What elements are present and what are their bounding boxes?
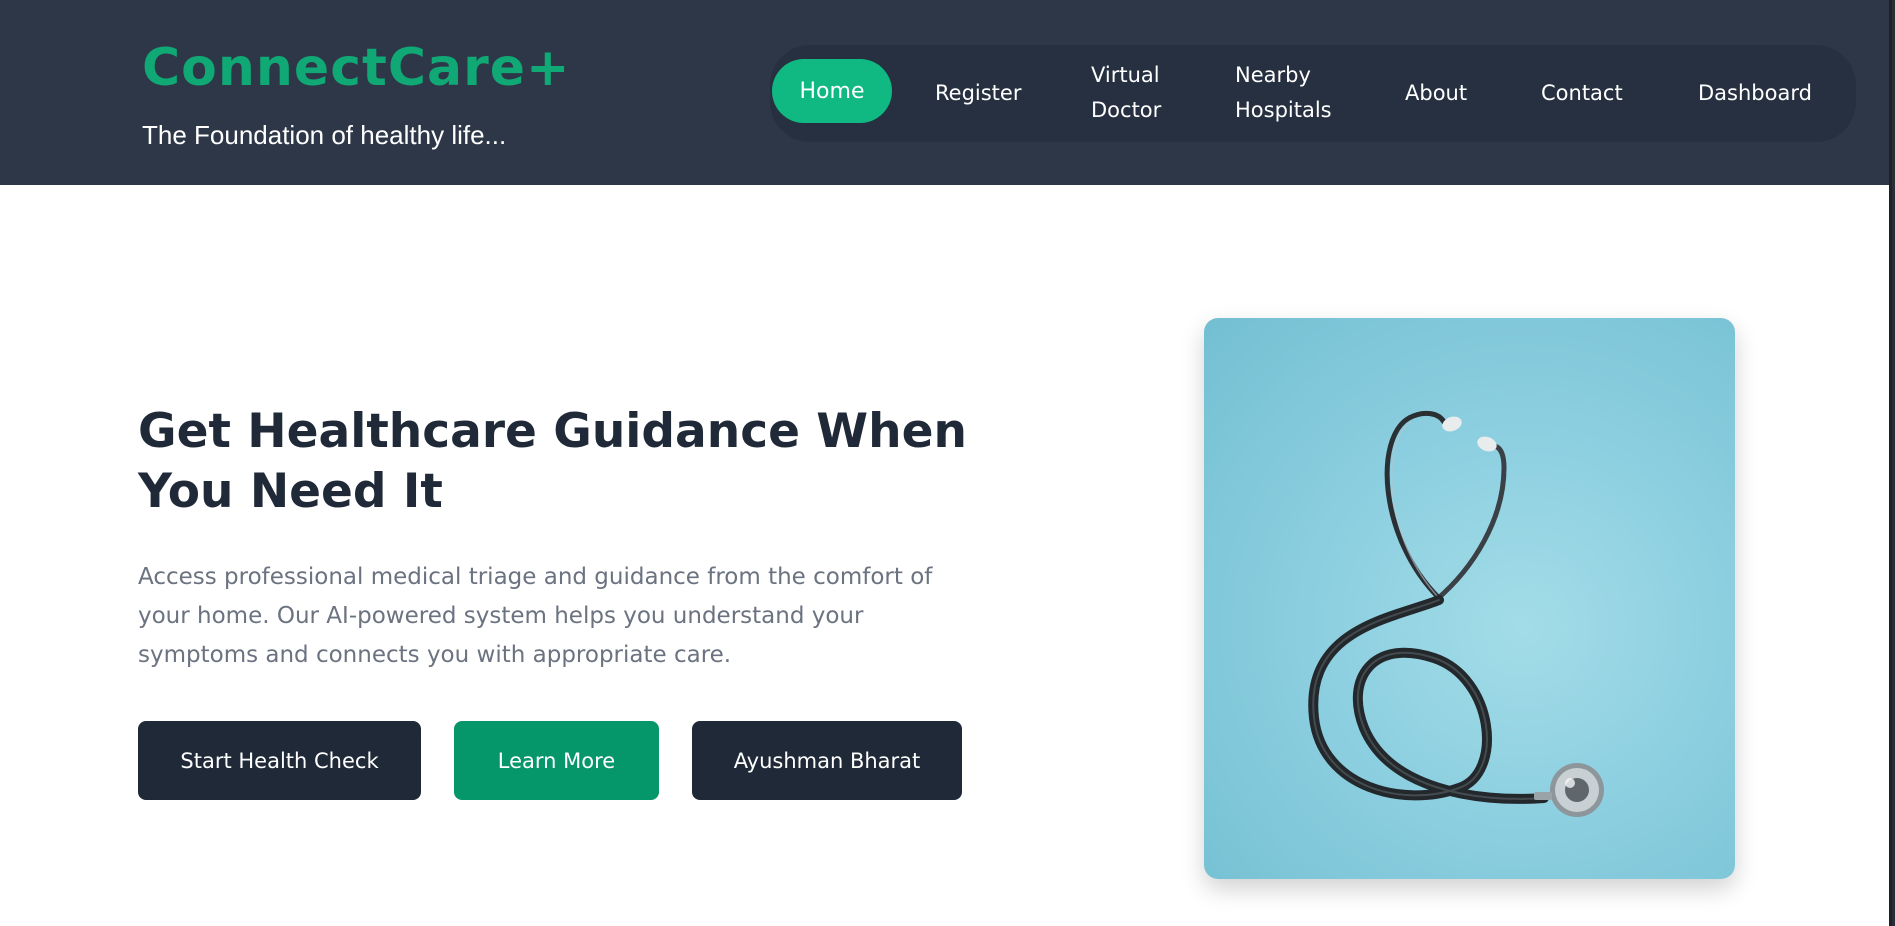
brand-logo[interactable]: ConnectCare+ bbox=[142, 38, 571, 98]
nav-item-about[interactable]: About bbox=[1405, 76, 1467, 111]
main-nav: Home Register Virtual Doctor Nearby Hosp… bbox=[770, 45, 1856, 142]
nav-item-virtual-doctor[interactable]: Virtual Doctor bbox=[1091, 58, 1181, 128]
nav-item-contact[interactable]: Contact bbox=[1541, 76, 1623, 111]
nav-item-register[interactable]: Register bbox=[935, 76, 1021, 111]
nav-item-home[interactable]: Home bbox=[772, 59, 892, 123]
hero-title: Get Healthcare Guidance When You Need It bbox=[138, 404, 967, 519]
site-header: ConnectCare+ The Foundation of healthy l… bbox=[0, 0, 1889, 185]
start-health-check-button[interactable]: Start Health Check bbox=[138, 721, 421, 800]
hero-description: Access professional medical triage and g… bbox=[138, 564, 933, 668]
stethoscope-illustration bbox=[1308, 410, 1604, 817]
learn-more-button[interactable]: Learn More bbox=[454, 721, 659, 800]
ayushman-bharat-button[interactable]: Ayushman Bharat bbox=[692, 721, 962, 800]
stethoscope-image bbox=[1204, 318, 1735, 879]
brand: ConnectCare+ The Foundation of healthy l… bbox=[142, 38, 571, 151]
nav-item-nearby-hospitals[interactable]: Nearby Hospitals bbox=[1235, 58, 1345, 128]
nav-item-dashboard[interactable]: Dashboard bbox=[1698, 76, 1812, 111]
brand-tagline: The Foundation of healthy life... bbox=[142, 120, 507, 150]
browser-window: ConnectCare+ The Foundation of healthy l… bbox=[0, 0, 1892, 926]
